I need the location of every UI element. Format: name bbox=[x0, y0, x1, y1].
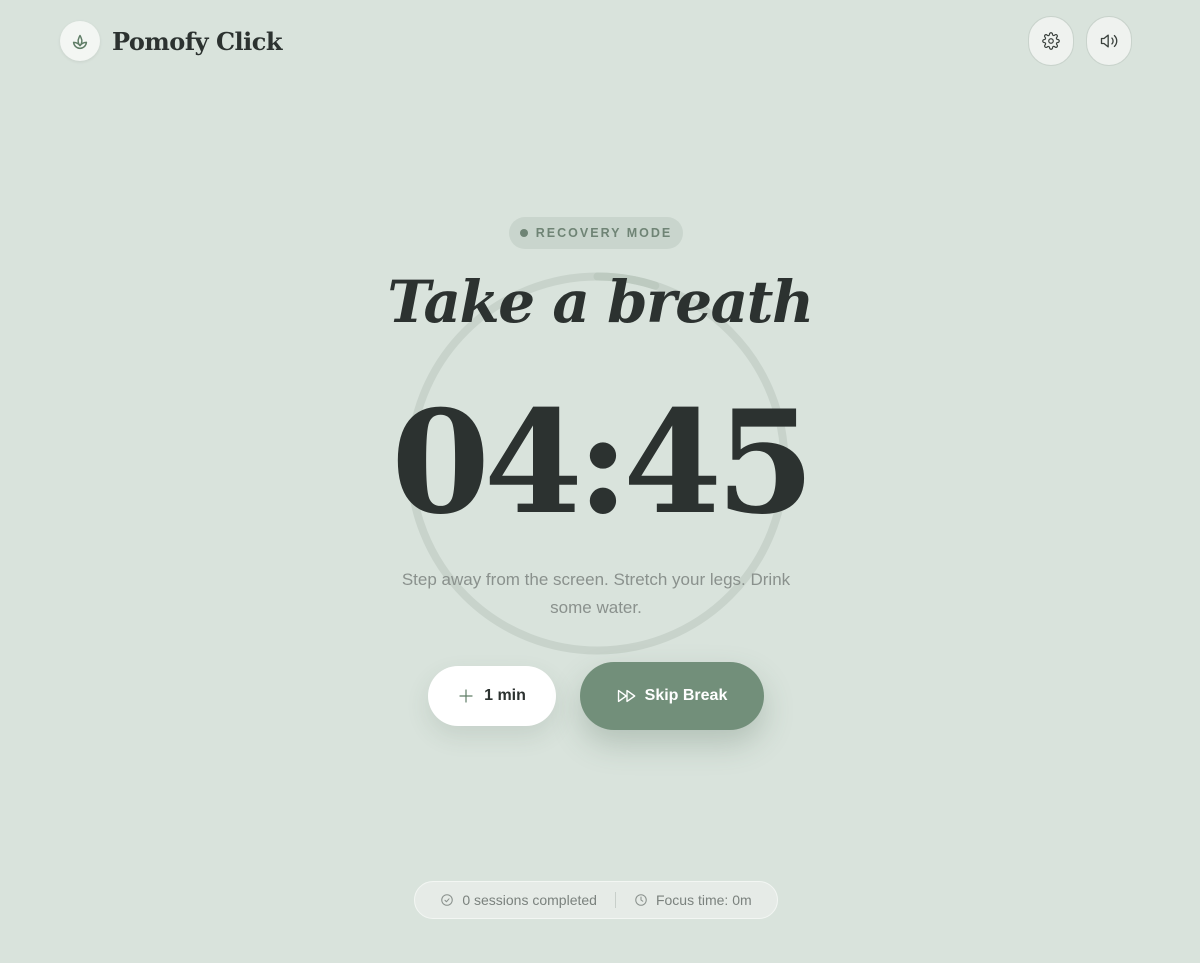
timer-display: 04:45 bbox=[391, 380, 815, 546]
add-minute-button[interactable]: 1 min bbox=[428, 666, 556, 726]
break-headline: Take a breath bbox=[387, 268, 814, 336]
focus-time-stat: Focus time: 0m bbox=[634, 892, 752, 908]
gear-icon bbox=[1042, 32, 1060, 50]
fast-forward-icon bbox=[617, 689, 636, 703]
stats-divider bbox=[614, 892, 616, 908]
add-minute-label: 1 min bbox=[484, 687, 526, 704]
focus-time-value: Focus time: 0m bbox=[655, 892, 752, 908]
plus-icon bbox=[459, 689, 473, 703]
brand: Pomofy Click bbox=[60, 21, 283, 61]
sessions-count: 0 sessions completed bbox=[462, 892, 597, 908]
speaker-icon bbox=[1100, 34, 1118, 48]
skip-break-label: Skip Break bbox=[644, 687, 728, 704]
app-name: Pomofy Click bbox=[112, 26, 283, 56]
sound-button[interactable] bbox=[1086, 16, 1132, 66]
check-circle-icon bbox=[441, 894, 454, 906]
mode-label: RECOVERY MODE bbox=[535, 226, 673, 240]
sessions-stat: 0 sessions completed bbox=[440, 892, 597, 908]
stats-bar: 0 sessions completed Focus time: 0m bbox=[414, 881, 778, 919]
lotus-icon bbox=[60, 21, 100, 61]
settings-button[interactable] bbox=[1028, 16, 1074, 66]
skip-break-button[interactable]: Skip Break bbox=[580, 662, 764, 730]
mode-badge: RECOVERY MODE bbox=[509, 217, 683, 249]
clock-icon bbox=[635, 894, 647, 906]
break-message: Step away from the screen. Stretch your … bbox=[401, 570, 791, 617]
status-dot bbox=[519, 229, 528, 237]
header-actions bbox=[1028, 16, 1132, 66]
